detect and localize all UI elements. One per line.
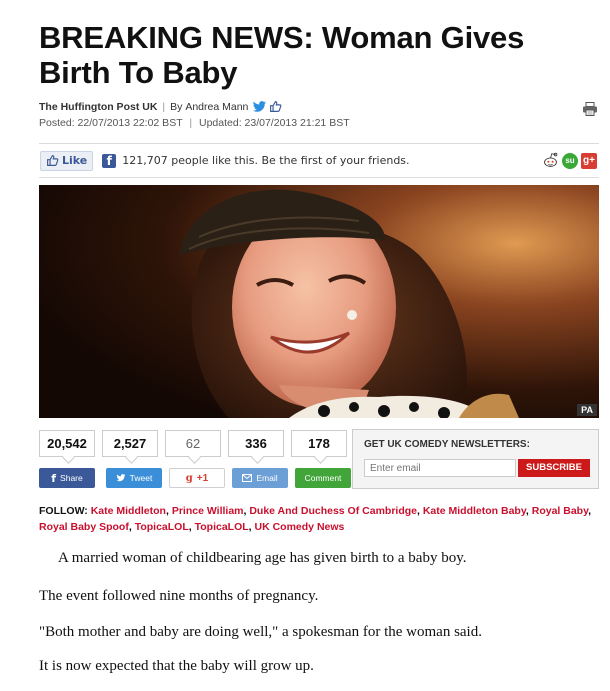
byline: The Huffington Post UK | By Andrea Mann [39, 100, 282, 113]
stumbleupon-icon[interactable]: su [562, 152, 578, 169]
tag-link[interactable]: TopicaLOL [135, 521, 189, 533]
comment-label: Comment [304, 473, 342, 483]
google-plus-count: 62 [165, 430, 221, 457]
tag-link[interactable]: Prince William [172, 505, 244, 517]
body-paragraph: A married woman of childbearing age has … [58, 550, 467, 566]
share-label: Share [60, 473, 83, 483]
share-icons: su g+ [542, 152, 597, 169]
body-paragraph: It is now expected that the baby will gr… [39, 658, 314, 674]
article-photo: PA [39, 185, 599, 418]
tag-link[interactable]: TopicaLOL [195, 521, 249, 533]
follow-label: FOLLOW: [39, 505, 88, 517]
tag-link[interactable]: Kate Middleton [91, 505, 166, 517]
posted-date: Posted: 22/07/2013 22:02 BST [39, 117, 183, 129]
facebook-icon: f [51, 471, 57, 485]
comment-count: 178 [291, 430, 347, 457]
tag-link[interactable]: Royal Baby [532, 505, 588, 517]
facebook-icon: f [102, 153, 117, 168]
separator: | [189, 117, 193, 129]
tag-link[interactable]: Kate Middleton Baby [423, 505, 526, 517]
share-buttons: f Share Tweet g +1 Email Comment [39, 468, 351, 488]
reddit-icon[interactable] [542, 152, 559, 169]
separator: | [162, 100, 166, 113]
post-dates: Posted: 22/07/2013 22:02 BST | Updated: … [39, 117, 350, 129]
facebook-like-bar: Like f 121,707 people like this. Be the … [39, 143, 599, 178]
twitter-bird-icon[interactable] [252, 100, 267, 113]
tweet-button[interactable]: Tweet [106, 468, 162, 488]
author-prefix: By [170, 100, 183, 113]
newsletter-email-input[interactable] [364, 459, 516, 477]
printer-icon[interactable] [582, 102, 598, 116]
author-name[interactable]: Andrea Mann [185, 101, 248, 113]
comment-button[interactable]: Comment [295, 468, 351, 488]
newsletter-title: GET UK COMEDY NEWSLETTERS: [364, 439, 530, 450]
twitter-share-count: 2,527 [102, 430, 158, 457]
newsletter-signup: GET UK COMEDY NEWSLETTERS: SUBSCRIBE [352, 429, 599, 489]
body-paragraph: The event followed nine months of pregna… [39, 588, 319, 604]
photo-credit: PA [577, 404, 597, 416]
follow-tags: FOLLOW: Kate Middleton, Prince William, … [39, 505, 592, 533]
email-share-count: 336 [228, 430, 284, 457]
thumbs-up-icon [47, 155, 59, 166]
google-plus-one-button[interactable]: g +1 [169, 468, 225, 488]
tag-link[interactable]: Duke And Duchess Of Cambridge [249, 505, 417, 517]
facebook-like-button[interactable]: Like [40, 150, 94, 171]
article-headline: BREAKING NEWS: Woman Gives Birth To Baby [39, 20, 525, 90]
tweet-label: Tweet [129, 473, 153, 483]
photo-image [39, 185, 599, 418]
tag-link[interactable]: Royal Baby Spoof [39, 521, 129, 533]
tag-link[interactable]: UK Comedy News [255, 521, 345, 533]
facebook-like-count-text: 121,707 people like this. Be the first o… [122, 154, 410, 167]
twitter-bird-icon [116, 474, 126, 482]
subscribe-button[interactable]: SUBSCRIBE [518, 459, 590, 477]
email-share-button[interactable]: Email [232, 468, 288, 488]
share-counts: 20,542 2,527 62 336 178 [39, 430, 347, 457]
thumbs-up-icon[interactable] [269, 100, 282, 113]
body-paragraph: "Both mother and baby are doing well," a… [39, 624, 482, 640]
plus-one-label: +1 [196, 472, 209, 484]
email-label: Email [256, 473, 278, 483]
facebook-share-button[interactable]: f Share [39, 468, 95, 488]
envelope-icon [242, 474, 253, 482]
facebook-share-count: 20,542 [39, 430, 95, 457]
google-plus-icon[interactable]: g+ [581, 152, 597, 169]
source-name[interactable]: The Huffington Post UK [39, 101, 157, 113]
google-plus-icon: g [185, 472, 193, 484]
like-label: Like [62, 154, 88, 167]
updated-date: Updated: 23/07/2013 21:21 BST [199, 117, 350, 129]
